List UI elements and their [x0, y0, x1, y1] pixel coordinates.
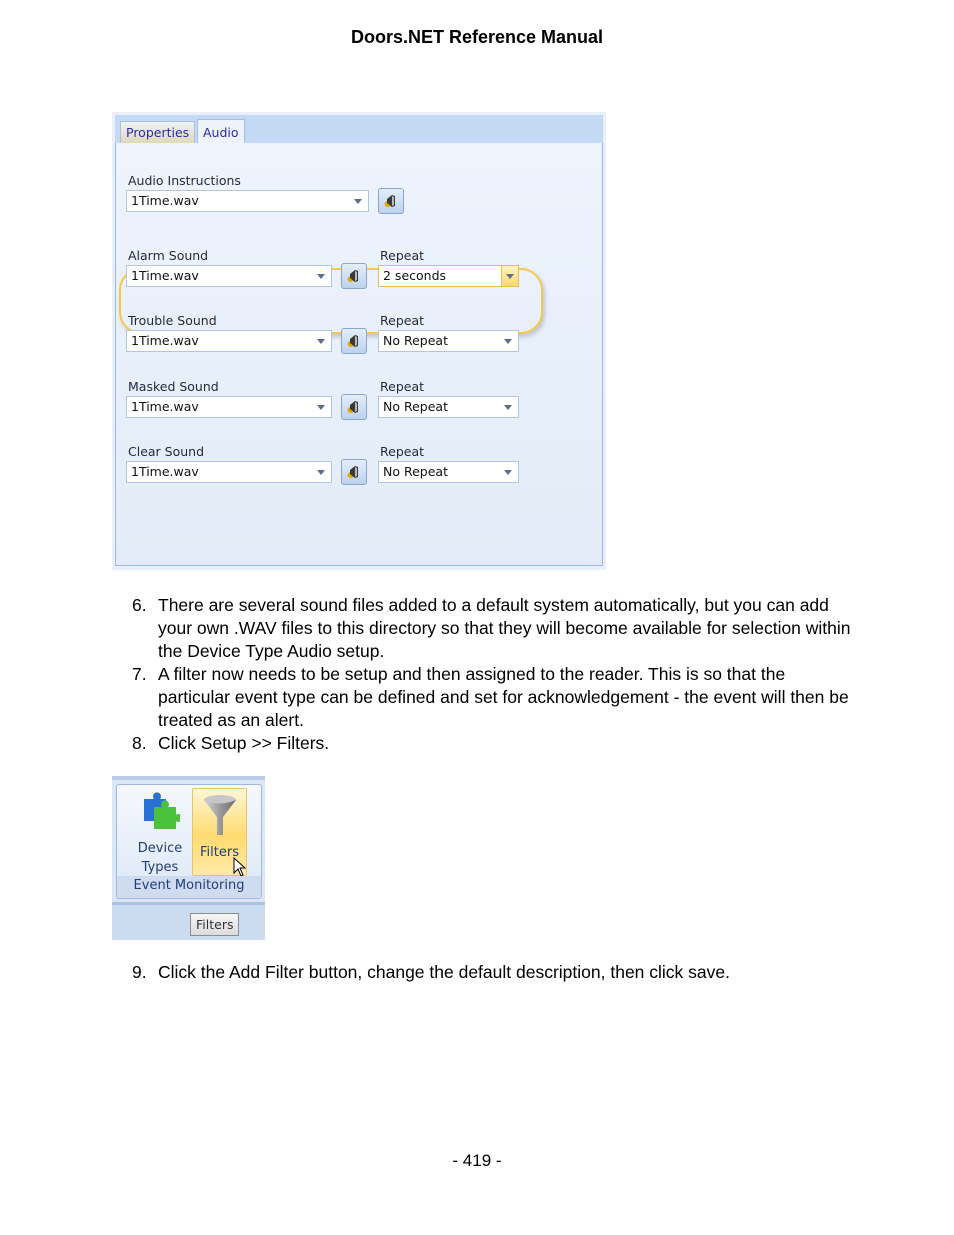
page-number: - 419 -: [452, 1151, 502, 1170]
masked-sound-label: Masked Sound: [128, 379, 219, 394]
document-header: Doors.NET Reference Manual: [350, 27, 604, 47]
clear-sound-value: 1Time.wav: [131, 464, 199, 479]
steps-list: 6. There are several sound files added to…: [132, 594, 852, 755]
list-item: 6. There are several sound files added to…: [132, 595, 851, 661]
ribbon-tab-bar: Filters: [112, 902, 265, 940]
chevron-down-icon: [504, 470, 512, 475]
chevron-down-icon: [317, 470, 325, 475]
list-item: 8. Click Setup >> Filters.: [132, 733, 330, 753]
alarm-sound-label: Alarm Sound: [128, 248, 209, 263]
clear-repeat-value: No Repeat: [383, 464, 448, 479]
speaker-icon: [347, 270, 358, 282]
trouble-repeat-value: No Repeat: [383, 333, 448, 348]
play-alarm-sound-button[interactable]: [341, 263, 367, 289]
masked-sound-dropdown[interactable]: 1Time.wav: [126, 396, 332, 418]
tab-audio[interactable]: Audio: [197, 119, 245, 145]
trouble-sound-label: Trouble Sound: [128, 313, 217, 328]
tab-strip: Properties Audio: [115, 115, 603, 145]
speaker-icon: [347, 466, 358, 478]
clear-sound-label: Clear Sound: [128, 444, 205, 459]
chevron-down-icon: [506, 274, 514, 279]
device-types-button[interactable]: Device Types: [131, 791, 189, 877]
trouble-sound-dropdown[interactable]: 1Time.wav: [126, 330, 332, 352]
masked-repeat-value: No Repeat: [383, 399, 448, 414]
chevron-down-icon: [504, 339, 512, 344]
list-item: 7. A filter now needs to be setup and the…: [132, 664, 849, 730]
alarm-repeat-label: Repeat: [380, 248, 425, 263]
chevron-down-icon: [354, 199, 362, 204]
clear-repeat-label: Repeat: [380, 444, 425, 459]
funnel-icon: [203, 795, 236, 835]
play-trouble-sound-button[interactable]: [341, 328, 367, 354]
speaker-icon: [384, 195, 395, 207]
alarm-repeat-dropdown[interactable]: 2 seconds: [378, 265, 519, 287]
alarm-sound-value: 1Time.wav: [131, 268, 199, 283]
audio-instructions-dropdown[interactable]: 1Time.wav: [126, 190, 369, 212]
chevron-down-icon: [317, 339, 325, 344]
alarm-repeat-value: 2 seconds: [383, 268, 447, 283]
list-item: 9. Click the Add Filter button, change th…: [132, 962, 730, 982]
speaker-icon: [347, 401, 358, 413]
chevron-down-icon: [317, 405, 325, 410]
masked-repeat-dropdown[interactable]: No Repeat: [378, 396, 519, 418]
trouble-repeat-dropdown[interactable]: No Repeat: [378, 330, 519, 352]
filters-tab[interactable]: Filters: [190, 913, 240, 936]
steps-list-continued: 9. Click the Add Filter button, change th…: [132, 961, 852, 984]
ribbon-screenshot: Device Types Filters Event Monitoring Fi…: [112, 776, 265, 940]
chevron-down-icon: [317, 274, 325, 279]
trouble-sound-value: 1Time.wav: [131, 333, 199, 348]
masked-repeat-label: Repeat: [380, 379, 425, 394]
chevron-down-icon: [504, 405, 512, 410]
alarm-sound-dropdown[interactable]: 1Time.wav: [126, 265, 332, 287]
event-monitoring-label: Event Monitoring: [117, 876, 261, 898]
event-monitoring-group: Device Types Filters Event Monitoring: [116, 784, 262, 899]
audio-instructions-value: 1Time.wav: [131, 193, 199, 208]
clear-sound-dropdown[interactable]: 1Time.wav: [126, 461, 332, 483]
audio-settings-panel: Properties Audio Audio Instructions 1Tim…: [112, 112, 606, 570]
audio-instructions-label: Audio Instructions: [128, 173, 241, 188]
play-clear-sound-button[interactable]: [341, 459, 367, 485]
masked-sound-value: 1Time.wav: [131, 399, 199, 414]
clear-repeat-dropdown[interactable]: No Repeat: [378, 461, 519, 483]
audio-tab-content: Audio Instructions 1Time.wav Alarm Sound…: [115, 143, 603, 566]
speaker-icon: [347, 335, 358, 347]
trouble-repeat-label: Repeat: [380, 313, 425, 328]
tab-properties[interactable]: Properties: [120, 121, 196, 144]
mouse-cursor-icon: [233, 857, 247, 877]
play-masked-sound-button[interactable]: [341, 394, 367, 420]
play-audio-instructions-button[interactable]: [378, 188, 404, 214]
puzzle-icon: [144, 792, 180, 829]
